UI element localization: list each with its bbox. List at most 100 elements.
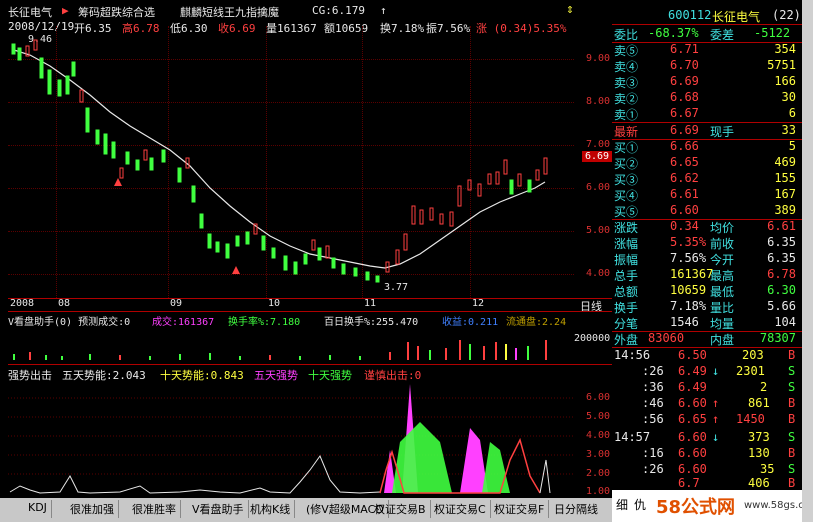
ask-volume: 5751 — [767, 58, 796, 72]
tick-time: :46 — [642, 396, 664, 410]
tick-side: B — [788, 348, 796, 362]
tab-hzjq[interactable]: 很准加强 — [66, 500, 119, 518]
tick-time: :56 — [642, 412, 664, 426]
volume-bars — [13, 340, 547, 360]
tick-time: :36 — [642, 380, 664, 394]
ask-label: 卖② — [614, 92, 639, 106]
tick-price: 6.60 — [678, 396, 707, 410]
tick-time: 14:56 — [614, 348, 651, 362]
tick-side: S — [788, 364, 796, 378]
tick-volume: 861 — [748, 396, 770, 410]
stat-value: 6.61 — [767, 219, 796, 233]
arrow-up-icon: ↑ — [712, 396, 720, 410]
tab-vkp[interactable]: V看盘助手 — [188, 500, 249, 518]
stat-value: 161367 — [670, 267, 714, 281]
tick-price: 6.49 — [678, 364, 707, 378]
logo-text: 58公式网 — [656, 497, 736, 518]
stat-value: 6.30 — [767, 283, 796, 297]
tab-hzsl[interactable]: 很准胜率 — [128, 500, 181, 518]
last-price: 6.69 — [670, 123, 699, 137]
tick-volume: 373 — [748, 430, 770, 444]
weicha-label: 委差 — [710, 28, 735, 42]
ask-volume: 30 — [781, 90, 796, 104]
bid-price: 6.60 — [670, 203, 699, 217]
strength-tick: 5.00 — [586, 411, 611, 422]
bid-label: 买④ — [614, 189, 639, 203]
tick-price: 6.50 — [678, 348, 707, 362]
strength-tick: 4.00 — [586, 430, 611, 441]
tick-price: 6.49 — [678, 380, 707, 394]
tick-volume: 130 — [748, 446, 770, 460]
tab-qzjyf[interactable]: 权证交易F — [490, 500, 550, 518]
bid-label: 买⑤ — [614, 205, 639, 219]
arrow-up-icon: ↑ — [712, 412, 720, 426]
tick-volume: 2301 — [736, 364, 765, 378]
stat-value: 104 — [774, 315, 796, 329]
chart-area[interactable]: 长征电气 ▶ 筹码超跌综合选 麒麟短线王九指擒魔 CG:6.179 ↑ 2008… — [0, 0, 613, 522]
tick-price: 6.60 — [678, 446, 707, 460]
tab-qzjyc[interactable]: 权证交易C — [430, 500, 491, 518]
stat-value: 1546 — [670, 315, 699, 329]
ask-label: 卖③ — [614, 76, 639, 90]
quote-panel: 600112 长征电气 (22) 委比 -68.37% 委差 -5122 卖⑤ 6… — [612, 0, 802, 522]
ask-price: 6.67 — [670, 106, 699, 120]
ask-label: 卖⑤ — [614, 44, 639, 58]
bid-price: 6.65 — [670, 155, 699, 169]
tick-side: B — [788, 412, 796, 426]
stat-value: 7.18% — [670, 299, 707, 313]
stat-label: 总额 — [614, 285, 639, 299]
stat-label: 今开 — [710, 253, 735, 267]
arrow-down-icon: ↓ — [712, 364, 720, 378]
stat-label: 总手 — [614, 269, 639, 283]
scrollbar[interactable] — [802, 0, 813, 522]
tick-price: 6.7 — [678, 476, 700, 490]
stat-label: 换手 — [614, 301, 639, 315]
bid-price: 6.62 — [670, 171, 699, 185]
bid-price: 6.61 — [670, 187, 699, 201]
stat-label: 最低 — [710, 285, 735, 299]
tick-volume: 203 — [742, 348, 764, 362]
stat-value: 6.35 — [767, 235, 796, 249]
outer-label: 外盘 — [614, 333, 639, 347]
tab-detail[interactable]: 细 — [616, 496, 628, 513]
tick-price: 6.65 — [678, 412, 707, 426]
tab-rfgx[interactable]: 日分隔线 — [550, 500, 602, 518]
strength-tick: 2.00 — [586, 468, 611, 479]
tab-qzjyb[interactable]: 权证交易B — [370, 500, 431, 518]
ask-volume: 354 — [774, 42, 796, 56]
tab-jgkx[interactable]: 机构K线 — [246, 500, 296, 518]
bid-volume: 5 — [788, 139, 796, 153]
tab-kdj[interactable]: KDJ — [24, 500, 52, 518]
x-tick: 09 — [170, 298, 183, 309]
bid-price: 6.66 — [670, 139, 699, 153]
bid-label: 买③ — [614, 173, 639, 187]
tick-side: B — [788, 396, 796, 410]
tick-time: :26 — [642, 364, 664, 378]
bid-volume: 155 — [774, 171, 796, 185]
stat-value: 5.66 — [767, 299, 796, 313]
tick-side: S — [788, 430, 796, 444]
stat-value: 6.78 — [767, 267, 796, 281]
weibi-label: 委比 — [614, 28, 639, 42]
tick-side: B — [788, 476, 796, 490]
bid-volume: 389 — [774, 203, 796, 217]
ask-price: 6.69 — [670, 74, 699, 88]
ask-label: 卖① — [614, 108, 639, 122]
xs-value: 33 — [781, 123, 796, 137]
last-label: 最新 — [614, 125, 639, 139]
tick-time: :26 — [642, 462, 664, 476]
ask-price: 6.71 — [670, 42, 699, 56]
tick-volume: 2 — [760, 380, 768, 394]
stat-label: 量比 — [710, 301, 735, 315]
stat-label: 最高 — [710, 269, 735, 283]
arrow-down-icon: ↓ — [712, 430, 720, 444]
tab-small[interactable]: 仇 — [634, 496, 646, 513]
tick-time: 14:57 — [614, 430, 651, 444]
weicha-value: -5122 — [754, 26, 791, 40]
stat-value: 0.34 — [670, 219, 699, 233]
inner-value: 78307 — [759, 331, 796, 345]
tick-side: S — [788, 462, 796, 476]
stat-value: 7.56% — [670, 251, 707, 265]
stat-value: 6.35 — [767, 251, 796, 265]
strength-chart — [8, 384, 574, 494]
